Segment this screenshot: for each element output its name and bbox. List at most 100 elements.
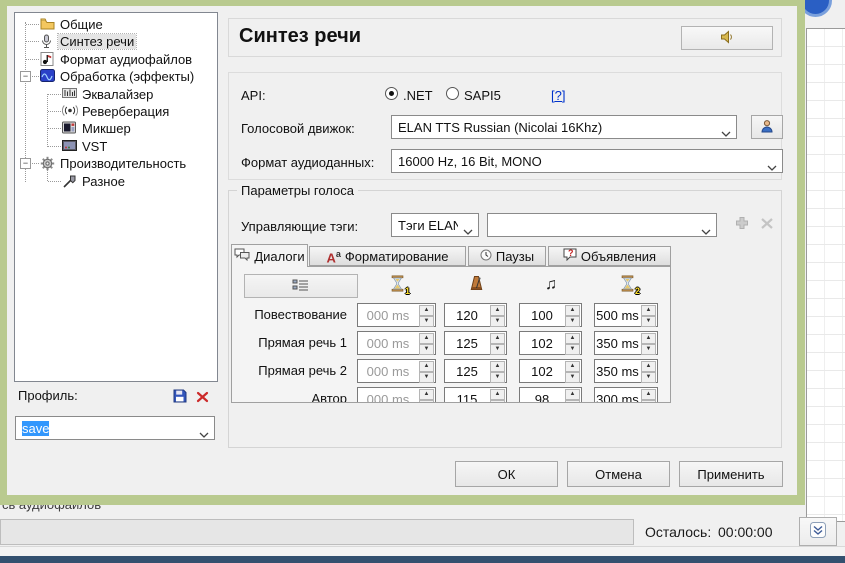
spinner-arrows[interactable]: ▲▼ — [490, 361, 505, 381]
rate-metronome-icon — [465, 275, 487, 295]
test-voice-button[interactable] — [681, 26, 773, 50]
details-list-icon — [292, 278, 310, 295]
background-table — [806, 28, 845, 522]
voice-engine-value: ELAN TTS Russian (Nicolai 16Khz) — [398, 120, 716, 135]
collapse-toggle-icon[interactable]: − — [20, 71, 31, 82]
tree-item-label: Обработка (эффекты) — [60, 69, 194, 84]
page-title: Синтез речи — [239, 25, 361, 48]
tree-item-performance[interactable]: − Производительность — [15, 155, 217, 172]
row-settings-button[interactable] — [244, 274, 358, 298]
spin-rate[interactable]: 125▲▼ — [444, 359, 507, 383]
tools-icon — [62, 174, 78, 189]
control-tags-label: Управляющие тэги: — [241, 219, 358, 234]
pause-after-hourglass-icon: 2 — [616, 275, 638, 295]
vst-icon — [62, 139, 78, 154]
add-tag-icon[interactable] — [734, 215, 752, 233]
spinner-arrows[interactable]: ▲▼ — [490, 389, 505, 403]
spin-pause-before[interactable]: 000 ms▲▼ — [357, 387, 436, 403]
spinner-arrows[interactable]: ▲▼ — [419, 361, 434, 381]
remove-tag-icon[interactable] — [760, 217, 778, 235]
voice-engine-combo[interactable]: ELAN TTS Russian (Nicolai 16Khz) — [391, 115, 737, 139]
spin-rate[interactable]: 115▲▼ — [444, 387, 507, 403]
delete-profile-icon[interactable] — [196, 390, 211, 405]
spin-pitch[interactable]: 100▲▼ — [519, 303, 582, 327]
tab-formatting[interactable]: Aa Форматирование — [309, 246, 466, 266]
spinner-arrows[interactable]: ▲▼ — [419, 305, 434, 325]
tree-item-label: Синтез речи — [58, 34, 136, 49]
tree-item-reverberation[interactable]: Реверберация — [15, 103, 217, 120]
chevron-down-icon — [199, 426, 209, 432]
radio-sapi5[interactable] — [446, 87, 459, 100]
tree-item-label: Формат аудиофайлов — [60, 52, 192, 67]
reverb-icon — [62, 104, 78, 119]
tree-item-audio-file-format[interactable]: Формат аудиофайлов — [15, 51, 217, 68]
chevron-down-icon — [721, 125, 731, 131]
tab-dialogs[interactable]: Диалоги — [231, 244, 308, 267]
spin-pause-before[interactable]: 000 ms▲▼ — [357, 303, 436, 327]
bottom-window-edge — [0, 556, 845, 563]
tags-combo[interactable]: Тэги ELAN — [391, 213, 479, 237]
spin-pitch[interactable]: 102▲▼ — [519, 359, 582, 383]
tree-item-vst[interactable]: VST — [15, 138, 217, 155]
spin-rate[interactable]: 120▲▼ — [444, 303, 507, 327]
radio-sapi5-label: SAPI5 — [464, 88, 501, 103]
clock-icon — [480, 249, 492, 264]
spin-pause-after[interactable]: 300 ms▲▼ — [594, 387, 658, 403]
tree-item-speech-synthesis[interactable]: Синтез речи — [15, 33, 217, 50]
spin-pitch[interactable]: 102▲▼ — [519, 331, 582, 355]
profile-combo[interactable]: save — [15, 416, 215, 440]
radio-dotnet-label: .NET — [403, 88, 433, 103]
spin-rate[interactable]: 125▲▼ — [444, 331, 507, 355]
spinner-arrows[interactable]: ▲▼ — [641, 305, 656, 325]
folder-icon — [40, 17, 56, 32]
cancel-button[interactable]: Отмена — [567, 461, 670, 487]
voice-properties-button[interactable] — [751, 115, 783, 139]
row-label: Прямая речь 2 — [232, 363, 347, 378]
spinner-arrows[interactable]: ▲▼ — [641, 333, 656, 353]
spinner-arrows[interactable]: ▲▼ — [565, 305, 580, 325]
audio-format-combo[interactable]: 16000 Hz, 16 Bit, MONO — [391, 149, 783, 173]
api-help-link[interactable]: [?] — [551, 88, 565, 103]
spin-pause-before[interactable]: 000 ms▲▼ — [357, 331, 436, 355]
spin-pause-before[interactable]: 000 ms▲▼ — [357, 359, 436, 383]
spinner-arrows[interactable]: ▲▼ — [641, 361, 656, 381]
tree-item-misc[interactable]: Разное — [15, 173, 217, 190]
spin-pitch[interactable]: 98▲▼ — [519, 387, 582, 403]
custom-tag-combo[interactable] — [487, 213, 717, 237]
spinner-arrows[interactable]: ▲▼ — [565, 333, 580, 353]
collapse-button[interactable] — [799, 517, 837, 546]
collapse-toggle-icon[interactable]: − — [20, 158, 31, 169]
spinner-arrows[interactable]: ▲▼ — [419, 389, 434, 403]
tree-item-general[interactable]: Общие — [15, 16, 217, 33]
spinner-arrows[interactable]: ▲▼ — [565, 389, 580, 403]
voice-engine-label: Голосовой движок: — [241, 121, 355, 136]
save-profile-icon[interactable] — [173, 389, 188, 404]
tab-announcements[interactable]: ? Объявления — [548, 246, 671, 266]
spin-pause-after[interactable]: 350 ms▲▼ — [594, 359, 658, 383]
equalizer-icon — [62, 87, 78, 102]
spin-pause-after[interactable]: 350 ms▲▼ — [594, 331, 658, 355]
speaker-icon — [719, 30, 735, 47]
tree-item-mixer[interactable]: Микшер — [15, 120, 217, 137]
tab-label: Диалоги — [254, 249, 304, 264]
remaining-label: Осталось: — [645, 524, 711, 540]
person-icon — [760, 119, 774, 136]
tab-pauses[interactable]: Паузы — [468, 246, 546, 266]
ok-button[interactable]: ОК — [455, 461, 558, 487]
spinner-arrows[interactable]: ▲▼ — [641, 389, 656, 403]
background-status-strip — [0, 546, 845, 556]
radio-dotnet[interactable] — [385, 87, 398, 100]
apply-button[interactable]: Применить — [679, 461, 783, 487]
profile-combo-value: save — [22, 421, 49, 436]
spinner-arrows[interactable]: ▲▼ — [490, 333, 505, 353]
dialogs-tab-panel: 1 ♫ 2 Повествование 000 ms▲▼ 120▲▼ 100▲▼… — [231, 266, 671, 403]
tags-combo-value: Тэги ELAN — [398, 218, 458, 233]
row-label: Прямая речь 1 — [232, 335, 347, 350]
tree-item-effects[interactable]: − Обработка (эффекты) — [15, 68, 217, 85]
spin-pause-after[interactable]: 500 ms▲▼ — [594, 303, 658, 327]
spinner-arrows[interactable]: ▲▼ — [565, 361, 580, 381]
tree-item-equalizer[interactable]: Эквалайзер — [15, 86, 217, 103]
spinner-arrows[interactable]: ▲▼ — [419, 333, 434, 353]
spinner-arrows[interactable]: ▲▼ — [490, 305, 505, 325]
tree-item-label: VST — [82, 139, 107, 154]
